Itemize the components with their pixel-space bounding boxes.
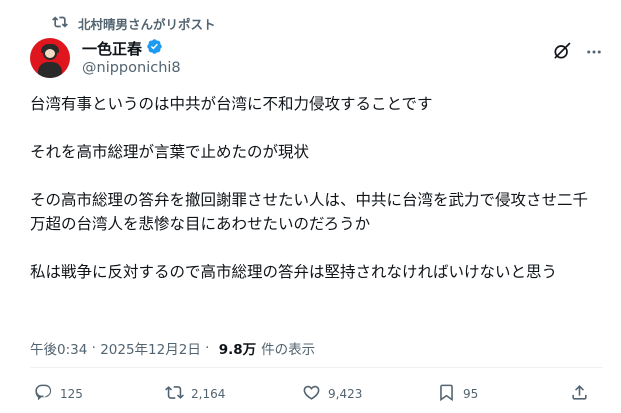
share-button[interactable] xyxy=(570,383,589,405)
tweet-paragraph: 台湾有事というのは中共が台湾に不和力侵攻することです xyxy=(30,95,433,113)
like-count: 9,423 xyxy=(328,387,363,401)
tweet-paragraph: それを高市総理が言葉で止めたのが現状 xyxy=(30,143,310,161)
views-label: 件の表示 xyxy=(261,342,316,358)
reply-icon xyxy=(34,383,53,405)
tweet-date[interactable]: 2025年12月2日 xyxy=(100,338,201,358)
repost-label: 北村晴男さんがリポスト xyxy=(78,17,216,32)
repost-icon xyxy=(165,383,184,405)
reply-count: 125 xyxy=(60,387,83,401)
bookmark-icon xyxy=(437,383,456,405)
reply-button[interactable]: 125 xyxy=(34,383,83,405)
author-display-name[interactable]: 一色正春 xyxy=(82,38,142,59)
meta-separator: · xyxy=(200,340,214,356)
author-handle[interactable]: @nipponichi8 xyxy=(82,60,181,76)
verified-badge-icon xyxy=(146,38,163,59)
tweet-meta: 午後0:34 · 2025年12月2日 · 9.8万 件の表示 xyxy=(30,338,315,358)
grok-icon[interactable] xyxy=(552,41,572,61)
tweet-time[interactable]: 午後0:34 xyxy=(30,338,87,358)
author-block: 一色正春 @nipponichi8 xyxy=(82,38,181,76)
tweet-paragraph: 私は戦争に反対するので高市総理の答弁は堅持されなければいけないと思う xyxy=(30,263,558,281)
meta-separator: · xyxy=(87,340,101,356)
like-button[interactable]: 9,423 xyxy=(302,383,362,405)
more-options-icon[interactable] xyxy=(585,43,603,61)
bookmark-count: 95 xyxy=(463,387,479,401)
divider xyxy=(30,367,603,368)
views-count[interactable]: 9.8万 xyxy=(219,338,256,358)
tweet-paragraph: その高市総理の答弁を撤回謝罪させたい人は、中共に台湾を武力で侵攻させ二千万超の台… xyxy=(30,191,589,233)
repost-count: 2,164 xyxy=(191,387,226,401)
bookmark-button[interactable]: 95 xyxy=(437,383,478,405)
tweet-text: 台湾有事というのは中共が台湾に不和力侵攻することです それを高市総理が言葉で止め… xyxy=(30,92,600,284)
action-bar: 125 2,164 9,423 95 xyxy=(0,383,621,409)
repost-icon xyxy=(52,14,68,33)
repost-header[interactable]: 北村晴男さんがリポスト xyxy=(52,14,216,33)
heart-icon xyxy=(302,383,321,405)
repost-button[interactable]: 2,164 xyxy=(165,383,225,405)
avatar[interactable] xyxy=(30,38,70,78)
share-icon xyxy=(570,383,589,405)
author-name-row[interactable]: 一色正春 xyxy=(82,38,181,58)
